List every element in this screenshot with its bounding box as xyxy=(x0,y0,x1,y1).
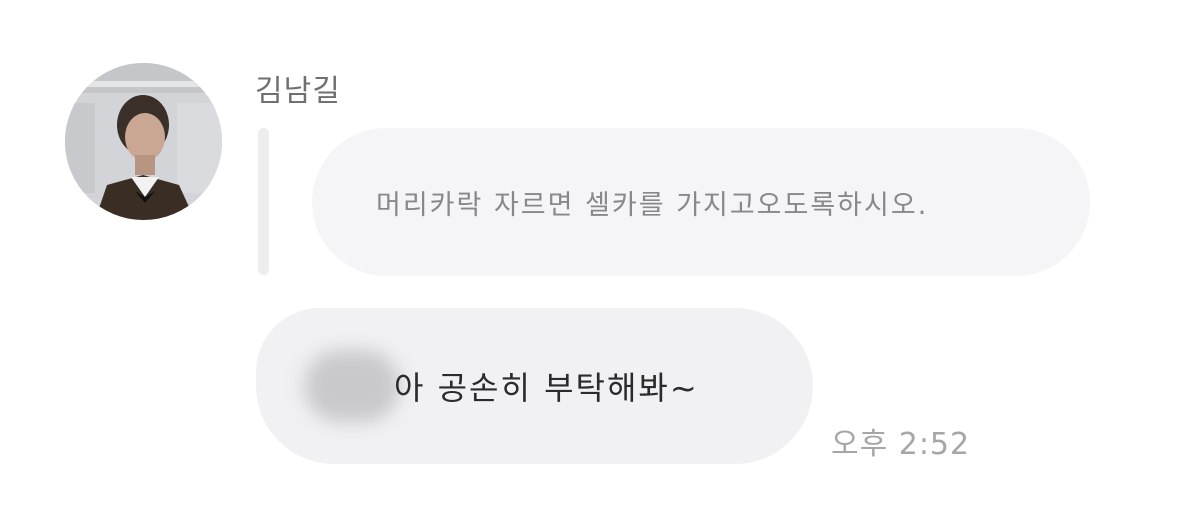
message-bubble[interactable]: 아 공손히 부탁해봐~ xyxy=(256,308,813,464)
quoted-message-bubble[interactable]: 머리카락 자르면 셀카를 가지고오도록하시오. xyxy=(312,128,1090,276)
quoted-message-text: 머리카락 자르면 셀카를 가지고오도록하시오. xyxy=(376,189,929,221)
reply-indicator-bar xyxy=(258,128,269,275)
person-photo-icon xyxy=(65,63,222,220)
chat-view: 김남길 머리카락 자르면 셀카를 가지고오도록하시오. 아 공손히 부탁해봐~ … xyxy=(0,0,1200,521)
sender-name: 김남길 xyxy=(255,74,341,109)
avatar[interactable] xyxy=(65,63,222,220)
blurred-mention xyxy=(304,350,400,422)
message-text: 아 공손히 부탁해봐~ xyxy=(394,369,699,407)
message-timestamp: 오후 2:52 xyxy=(831,427,971,462)
